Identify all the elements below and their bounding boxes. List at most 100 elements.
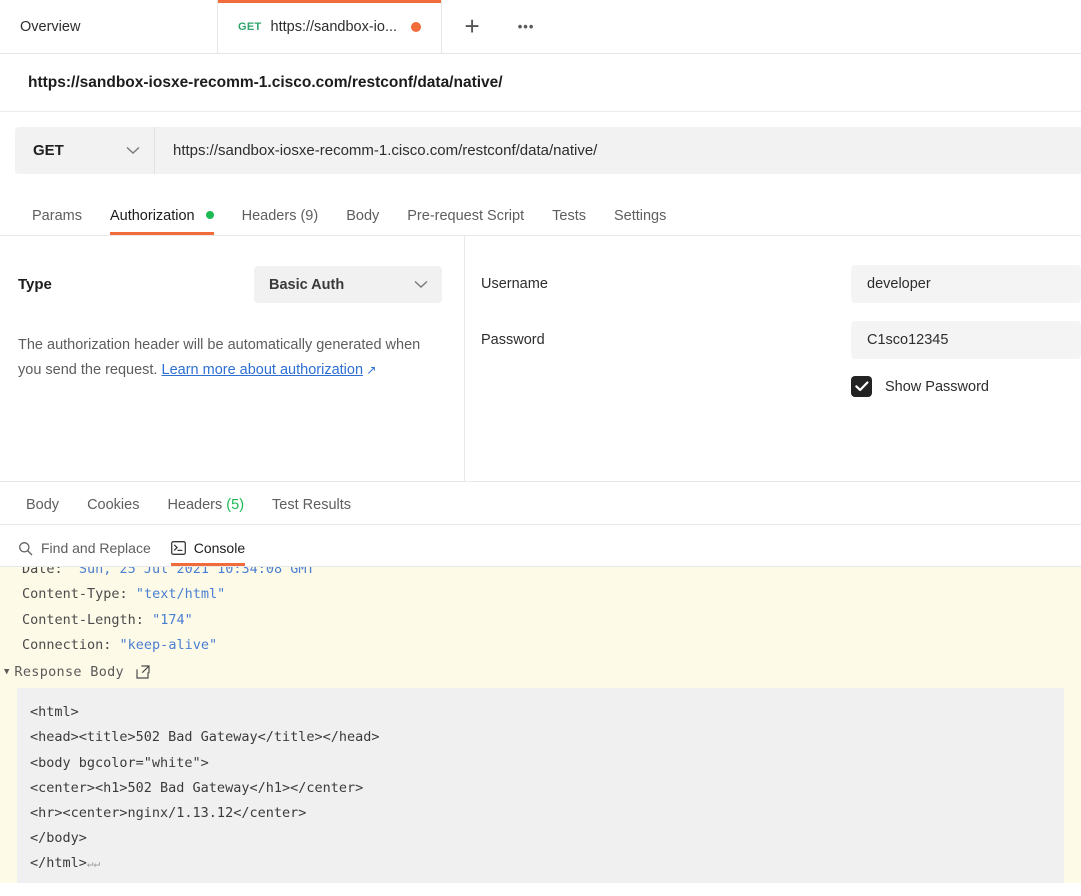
- response-body-section-header[interactable]: ▼ Response Body: [0, 658, 1081, 682]
- show-password-row: Show Password: [481, 376, 1081, 397]
- tab-overview-label: Overview: [20, 18, 81, 35]
- learn-more-link[interactable]: Learn more about authorization: [162, 362, 364, 378]
- tab-request-label: https://sandbox-io...: [270, 18, 398, 35]
- console-header-key: Content-Length:: [22, 611, 144, 628]
- tab-overview[interactable]: Overview: [0, 0, 218, 53]
- console-label: Console: [193, 540, 246, 556]
- response-tab-cookies-label: Cookies: [87, 497, 140, 513]
- username-row: Username developer: [481, 264, 1081, 304]
- tab-params[interactable]: Params: [18, 208, 96, 235]
- auth-type-pane: Type Basic Auth The authorization header…: [0, 236, 465, 481]
- auth-type-value: Basic Auth: [269, 276, 345, 293]
- unsaved-changes-dot-icon: [411, 21, 422, 32]
- tab-tests-label: Tests: [552, 208, 586, 224]
- tab-method-label: GET: [238, 20, 262, 33]
- console-header-value: "Sun, 25 Jul 2021 10:34:08 GMT": [70, 567, 323, 577]
- plus-icon: +: [464, 11, 480, 41]
- response-body-code-block[interactable]: <html> <head><title>502 Bad Gateway</tit…: [17, 688, 1064, 883]
- chevron-down-icon: [414, 278, 428, 291]
- tab-body-label: Body: [346, 208, 380, 224]
- url-bar: GET https://sandbox-iosxe-recomm-1.cisco…: [15, 127, 1081, 174]
- tab-headers-label: Headers (9): [241, 208, 319, 224]
- username-input[interactable]: developer: [851, 265, 1081, 303]
- response-tabs: Body Cookies Headers (5) Test Results: [0, 482, 1081, 525]
- auth-type-dropdown[interactable]: Basic Auth: [254, 266, 442, 303]
- url-input-value: https://sandbox-iosxe-recomm-1.cisco.com…: [173, 142, 598, 159]
- url-input[interactable]: https://sandbox-iosxe-recomm-1.cisco.com…: [155, 127, 1081, 174]
- find-and-replace-label: Find and Replace: [41, 540, 151, 556]
- window-tab-bar: Overview GET https://sandbox-io... + •••: [0, 0, 1081, 54]
- auth-type-row: Type Basic Auth: [18, 266, 442, 303]
- tab-settings-label: Settings: [613, 208, 667, 224]
- console-response-headers: Date: "Sun, 25 Jul 2021 10:34:08 GMT" Co…: [0, 567, 1081, 658]
- bottom-toolbar: Find and Replace Console: [0, 525, 1081, 567]
- tab-request-active[interactable]: GET https://sandbox-io...: [218, 0, 443, 53]
- code-line: <hr><center>nginx/1.13.12</center>: [30, 805, 307, 821]
- response-tab-body-label: Body: [26, 497, 60, 513]
- username-label: Username: [481, 276, 548, 292]
- response-headers-count: (5): [226, 497, 245, 513]
- search-icon: [18, 541, 33, 556]
- console-header-value: "text/html": [135, 586, 226, 603]
- auth-type-label: Type: [18, 276, 52, 293]
- tab-params-label: Params: [32, 208, 82, 224]
- console-icon: [170, 541, 186, 555]
- console-header-line: Date: "Sun, 25 Jul 2021 10:34:08 GMT": [22, 567, 1081, 582]
- auth-credentials-pane: Username developer Password C1sco12345 S…: [465, 236, 1081, 481]
- authorization-panel: Type Basic Auth The authorization header…: [0, 236, 1081, 482]
- code-line-last: </html>↵↵: [30, 851, 1064, 876]
- new-tab-button[interactable]: +: [442, 0, 502, 53]
- check-icon: [854, 381, 868, 392]
- tab-tests[interactable]: Tests: [538, 208, 600, 235]
- code-line: </body>: [30, 830, 87, 847]
- tab-authorization-label: Authorization: [109, 208, 195, 224]
- password-label: Password: [481, 332, 545, 348]
- response-tab-headers-label: Headers: [167, 497, 223, 513]
- code-line: <html>: [30, 704, 79, 721]
- password-row: Password C1sco12345: [481, 320, 1081, 360]
- tab-headers[interactable]: Headers (9): [228, 208, 333, 235]
- tab-pre-request-script-label: Pre-request Script: [407, 208, 525, 224]
- auth-help-text: The authorization header will be automat…: [18, 333, 442, 383]
- code-line: <center><h1>502 Bad Gateway</h1></center…: [30, 779, 364, 796]
- response-tab-test-results-label: Test Results: [272, 497, 352, 513]
- console-header-line: Content-Type: "text/html": [22, 582, 1081, 607]
- tab-authorization[interactable]: Authorization: [96, 208, 228, 235]
- response-tab-cookies[interactable]: Cookies: [73, 497, 153, 524]
- request-title-row: https://sandbox-iosxe-recomm-1.cisco.com…: [0, 54, 1081, 112]
- console-button[interactable]: Console: [161, 540, 255, 566]
- console-header-key: Connection:: [22, 636, 112, 653]
- external-link-icon: ↗: [363, 363, 377, 377]
- tab-body[interactable]: Body: [332, 208, 393, 235]
- console-header-key: Date:: [22, 567, 63, 577]
- code-line: <head><title>502 Bad Gateway</title></he…: [30, 729, 380, 746]
- request-tabs: Params Authorization Headers (9) Body Pr…: [0, 192, 1081, 236]
- auth-configured-dot-icon: [205, 211, 214, 219]
- page-title: https://sandbox-iosxe-recomm-1.cisco.com…: [28, 73, 503, 91]
- response-body-label: Response Body: [14, 664, 124, 681]
- response-tab-body[interactable]: Body: [12, 497, 73, 524]
- chevron-down-icon: [126, 144, 140, 157]
- http-method-select[interactable]: GET: [15, 127, 155, 174]
- show-password-checkbox[interactable]: [851, 376, 872, 397]
- password-input[interactable]: C1sco12345: [851, 321, 1081, 359]
- code-line-text: </html>: [30, 855, 87, 872]
- console-header-line: Connection: "keep-alive": [22, 633, 1081, 658]
- crlf-marker-icon: ↵↵: [86, 857, 101, 871]
- console-header-value: "174": [152, 611, 193, 628]
- response-tab-test-results[interactable]: Test Results: [258, 497, 365, 524]
- console-header-key: Content-Type:: [22, 586, 128, 603]
- console-header-value: "keep-alive": [119, 636, 218, 653]
- find-and-replace-button[interactable]: Find and Replace: [8, 540, 161, 566]
- http-method-value: GET: [33, 142, 64, 159]
- username-value: developer: [867, 276, 931, 292]
- tab-settings[interactable]: Settings: [600, 208, 680, 235]
- caret-down-icon[interactable]: ▼: [4, 667, 9, 677]
- open-in-new-window-icon[interactable]: [136, 665, 150, 679]
- response-tab-headers[interactable]: Headers (5): [153, 497, 258, 524]
- password-value: C1sco12345: [867, 332, 949, 348]
- tab-options-button[interactable]: •••: [502, 0, 550, 53]
- console-header-line: Content-Length: "174": [22, 608, 1081, 633]
- tab-pre-request-script[interactable]: Pre-request Script: [393, 208, 538, 235]
- console-output-panel[interactable]: Date: "Sun, 25 Jul 2021 10:34:08 GMT" Co…: [0, 567, 1081, 883]
